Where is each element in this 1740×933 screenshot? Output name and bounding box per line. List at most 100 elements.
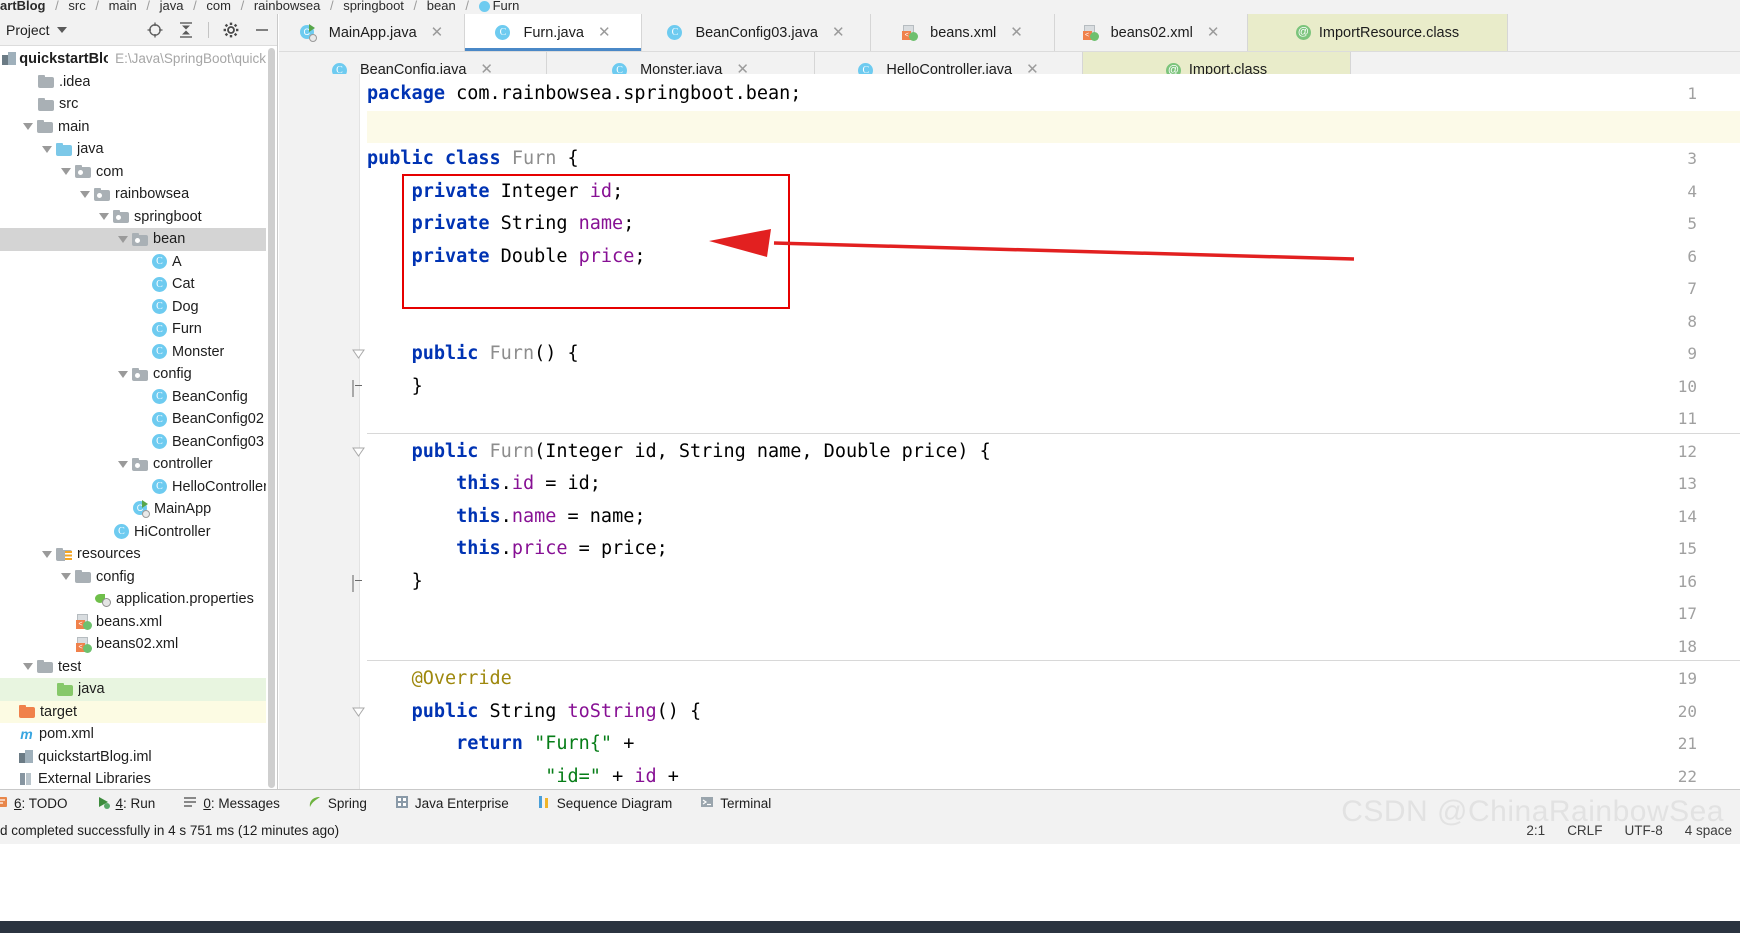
tree-item-target[interactable]: target [0,700,266,723]
editor-tab-beanconfig03-java[interactable]: C BeanConfig03.java ✕ [642,14,871,51]
code-line-1[interactable]: package com.rainbowsea.springboot.bean; [367,78,801,111]
code-line-6[interactable]: private Double price; [367,241,646,274]
tree-item-a[interactable]: CA [0,251,266,274]
tree-expand-arrow-icon[interactable] [99,213,109,221]
code-editor[interactable]: 12345678910111213141516171819202122 O pa… [279,74,1740,789]
breadcrumb-item-7[interactable]: bean [427,0,456,13]
tree-item-pom-xml[interactable]: m pom.xml [0,723,266,746]
tree-item-java[interactable]: java [0,678,266,701]
tree-item-hellocontroller[interactable]: C HelloController [0,476,266,499]
tree-item-beanconfig[interactable]: C BeanConfig [0,386,266,409]
scrollbar-thumb[interactable] [268,48,275,788]
encoding-indicator[interactable]: UTF-8 [1624,823,1662,838]
breadcrumb-item-4[interactable]: com [206,0,231,13]
code-line-9[interactable]: public Furn() { [367,338,579,371]
code-line-16[interactable]: } [367,566,423,599]
tree-item-beans02-xml[interactable]: < beans02.xml [0,633,266,656]
tool-window-button-0-messages[interactable]: 0: Messages [183,795,280,812]
code-line-4[interactable]: private Integer id; [367,176,624,209]
tree-item-hicontroller[interactable]: C HiController [0,521,266,544]
tree-item-src[interactable]: src [0,93,266,116]
locate-icon[interactable] [146,21,164,39]
code-fold-toggle[interactable] [352,446,365,459]
breadcrumb-item-1[interactable]: src [68,0,85,13]
tree-item--idea[interactable]: .idea [0,71,266,94]
tree-expand-arrow-icon[interactable] [118,235,128,243]
tree-item-bean[interactable]: bean [0,228,266,251]
breadcrumb-item-3[interactable]: java [160,0,184,13]
tree-item-springboot[interactable]: springboot [0,206,266,229]
tree-item-cat[interactable]: C Cat [0,273,266,296]
tree-item-rainbowsea[interactable]: rainbowsea [0,183,266,206]
tree-item-monster[interactable]: C Monster [0,341,266,364]
editor-gutter[interactable] [279,74,360,789]
indent-indicator[interactable]: 4 space [1685,823,1732,838]
code-line-5[interactable]: private String name; [367,208,635,241]
tree-item-main[interactable]: main [0,116,266,139]
caret-position[interactable]: 2:1 [1526,823,1545,838]
code-content[interactable]: package com.rainbowsea.springboot.bean; p… [367,74,1740,789]
tree-expand-arrow-icon[interactable] [61,573,71,581]
tree-expand-arrow-icon[interactable] [61,168,71,176]
code-fold-toggle[interactable] [352,348,365,361]
line-separator-indicator[interactable]: CRLF [1567,823,1602,838]
tree-item-resources[interactable]: resources [0,543,266,566]
hide-panel-icon[interactable] [253,21,271,39]
editor-tab-furn-java[interactable]: C Furn.java ✕ [465,14,642,51]
editor-tab-beans-xml[interactable]: < beans.xml ✕ [871,14,1055,51]
code-fold-toggle[interactable] [352,706,365,719]
breadcrumb[interactable]: artBlog / src / main / java / com / rain… [0,0,1740,14]
project-panel-scrollbar[interactable] [266,46,277,789]
tree-expand-arrow-icon[interactable] [118,370,128,378]
chevron-down-icon[interactable] [56,26,67,33]
tree-item-config[interactable]: config [0,566,266,589]
tree-expand-arrow-icon[interactable] [42,550,52,558]
code-line-14[interactable]: this.name = name; [367,501,645,534]
code-line-19[interactable]: @Override [367,663,512,696]
fold-collapse-icon[interactable] [352,379,354,397]
code-line-15[interactable]: this.price = price; [367,533,668,566]
breadcrumb-item-2[interactable]: main [109,0,137,13]
settings-gear-icon[interactable] [222,21,240,39]
tree-item-java[interactable]: java [0,138,266,161]
tree-item-dog[interactable]: C Dog [0,296,266,319]
tree-expand-arrow-icon[interactable] [118,460,128,468]
close-icon[interactable]: ✕ [598,25,611,40]
tree-item-external-libraries[interactable]: External Libraries [0,768,266,789]
code-line-21[interactable]: return "Furn{" + [367,728,634,761]
tree-item-config[interactable]: config [0,363,266,386]
tree-item-beanconfig03[interactable]: C BeanConfig03 [0,431,266,454]
tree-item-beans-xml[interactable]: < beans.xml [0,611,266,634]
tree-expand-arrow-icon[interactable] [42,145,52,153]
tree-expand-arrow-icon[interactable] [23,123,33,131]
tree-item-root[interactable]: quickstartBlog E:\Java\SpringBoot\quick [0,48,266,71]
tree-item-controller[interactable]: controller [0,453,266,476]
tool-window-button-sequence-diagram[interactable]: Sequence Diagram [537,795,672,812]
tree-expand-arrow-icon[interactable] [23,663,33,671]
tree-item-beanconfig02[interactable]: C BeanConfig02 [0,408,266,431]
close-icon[interactable]: ✕ [431,25,444,40]
tool-window-button-6-todo[interactable]: 6: TODO [0,795,68,812]
code-line-10[interactable]: } [367,371,423,404]
code-line-3[interactable]: public class Furn { [367,143,579,176]
tree-item-mainapp[interactable]: C MainApp [0,498,266,521]
breadcrumb-item-0[interactable]: artBlog [0,0,46,13]
editor-tab-importresource-class[interactable]: @ ImportResource.class [1248,14,1508,51]
tool-window-button-4-run[interactable]: 4: Run [96,795,155,812]
close-icon[interactable]: ✕ [1010,25,1023,40]
breadcrumb-item-5[interactable]: rainbowsea [254,0,321,13]
tree-item-com[interactable]: com [0,161,266,184]
editor-tab-beans02-xml[interactable]: < beans02.xml ✕ [1055,14,1248,51]
tree-item-application-properties[interactable]: application.properties [0,588,266,611]
fold-collapse-icon[interactable] [352,574,354,592]
code-line-20[interactable]: public String toString() { [367,696,702,729]
tree-item-test[interactable]: test [0,656,266,679]
close-icon[interactable]: ✕ [1207,25,1220,40]
code-line-13[interactable]: this.id = id; [367,468,601,501]
tool-window-button-java-enterprise[interactable]: Java Enterprise [395,795,509,812]
tree-item-quickstartblog-iml[interactable]: quickstartBlog.iml [0,746,266,769]
editor-tab-mainapp-java[interactable]: C MainApp.java ✕ [279,14,465,51]
breadcrumb-item-8[interactable]: Furn [493,0,520,13]
tree-item-furn[interactable]: C Furn [0,318,266,341]
project-panel-title[interactable]: Project [6,22,50,38]
